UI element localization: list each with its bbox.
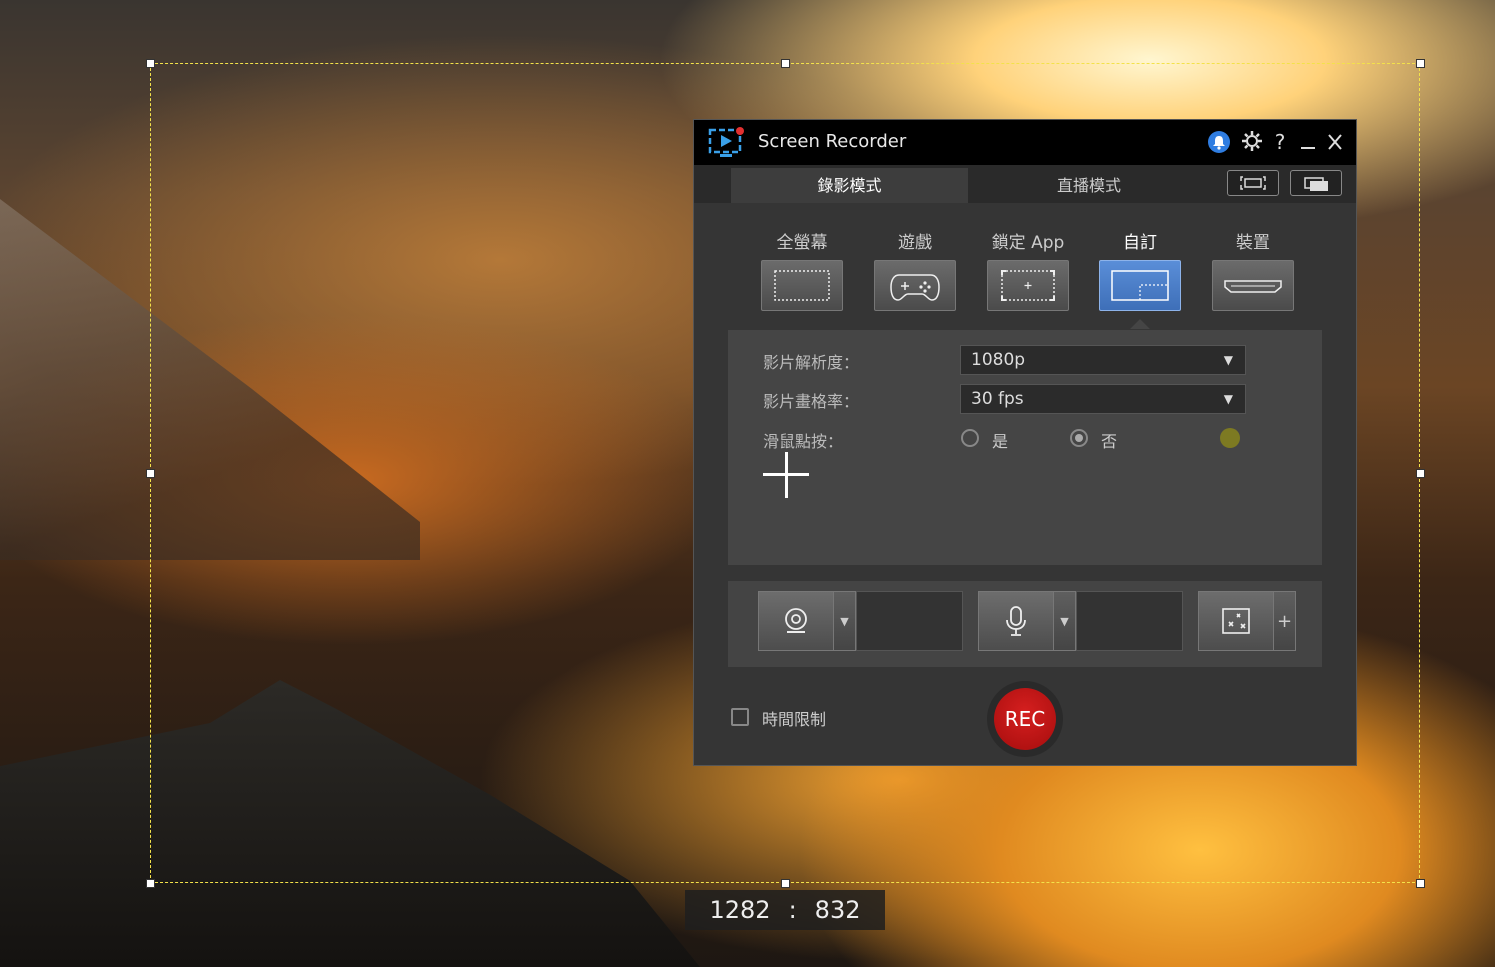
click-color-swatch[interactable]	[1220, 428, 1240, 448]
effects-group: +	[1198, 591, 1298, 651]
mode-game-button[interactable]	[874, 260, 956, 311]
time-limit-label: 時間限制	[762, 710, 827, 729]
chevron-down-icon: ▼	[1223, 353, 1233, 367]
resize-handle-bottom-left[interactable]	[146, 879, 155, 888]
help-icon[interactable]: ?	[1268, 130, 1292, 154]
compact-view-button[interactable]	[1290, 170, 1342, 196]
mouse-click-no-label: 否	[1101, 432, 1118, 451]
microphone-level-meter	[1076, 591, 1183, 651]
resize-handle-left[interactable]	[146, 469, 155, 478]
fullscreen-icon	[774, 270, 830, 301]
microphone-group: ▼	[978, 591, 1183, 651]
mode-fullscreen-button[interactable]	[761, 260, 843, 311]
dimension-separator: :	[788, 896, 797, 924]
mouse-click-no-radio[interactable]	[1070, 429, 1088, 447]
tab-record-mode[interactable]: 錄影模式	[731, 168, 968, 203]
chevron-down-icon: ▼	[1223, 392, 1233, 406]
device-hdmi-icon	[1224, 280, 1282, 293]
effects-add-button[interactable]: +	[1274, 591, 1296, 651]
webcam-group: ▼	[758, 591, 963, 651]
app-title: Screen Recorder	[758, 131, 907, 152]
fps-value: 30 fps	[971, 389, 1024, 409]
crosshair-cursor-vertical	[785, 452, 788, 498]
app-logo-icon	[708, 127, 744, 157]
selection-width: 1282	[709, 896, 771, 924]
microphone-button[interactable]	[978, 591, 1054, 651]
resize-handle-top-right[interactable]	[1416, 59, 1425, 68]
device-sources-panel: ▼ ▼ +	[728, 581, 1322, 667]
microphone-icon	[1006, 606, 1026, 636]
mode-lock-app-button[interactable]	[987, 260, 1069, 311]
fps-select[interactable]: 30 fps ▼	[960, 384, 1246, 414]
mouse-click-label: 滑鼠點按：	[763, 432, 844, 451]
resize-handle-top-left[interactable]	[146, 59, 155, 68]
mode-label-game: 遊戲	[898, 233, 932, 253]
resize-handle-bottom[interactable]	[781, 879, 790, 888]
full-view-button[interactable]	[1227, 170, 1279, 196]
minimize-icon[interactable]	[1296, 130, 1320, 154]
resolution-select[interactable]: 1080p ▼	[960, 345, 1246, 375]
webcam-button[interactable]	[758, 591, 834, 651]
webcam-dropdown[interactable]: ▼	[834, 591, 856, 651]
webcam-preview	[856, 591, 963, 651]
screen-recorder-window: Screen Recorder ? 錄影模式 直播模式 全螢幕 遊戲 鎖定 Ap…	[693, 119, 1357, 766]
time-limit-checkbox[interactable]	[731, 708, 749, 726]
mode-label-custom: 自訂	[1123, 233, 1157, 253]
mouse-click-yes-radio[interactable]	[961, 429, 979, 447]
gamepad-icon	[890, 274, 940, 301]
mode-label-device: 裝置	[1236, 233, 1270, 253]
effects-button[interactable]	[1198, 591, 1274, 651]
effects-sparkle-icon	[1222, 608, 1250, 634]
microphone-dropdown[interactable]: ▼	[1054, 591, 1076, 651]
custom-area-icon	[1111, 270, 1169, 301]
resize-handle-right[interactable]	[1416, 469, 1425, 478]
notification-bell-icon[interactable]	[1208, 131, 1230, 153]
fps-label: 影片畫格率：	[763, 392, 860, 411]
selection-dimensions: 1282 : 832	[685, 890, 885, 930]
mode-label-lock-app: 鎖定 App	[991, 233, 1065, 253]
settings-gear-icon[interactable]	[1240, 130, 1264, 154]
record-button[interactable]: REC	[994, 688, 1056, 750]
selected-mode-pointer	[1130, 319, 1150, 329]
mode-custom-button[interactable]	[1099, 260, 1181, 311]
tab-live-mode[interactable]: 直播模式	[969, 168, 1209, 203]
mode-device-button[interactable]	[1212, 260, 1294, 311]
resize-handle-top[interactable]	[781, 59, 790, 68]
resolution-value: 1080p	[971, 350, 1026, 370]
resolution-label: 影片解析度：	[763, 353, 860, 372]
mode-label-fullscreen: 全螢幕	[776, 233, 828, 253]
mode-tabs: 錄影模式 直播模式	[694, 165, 1356, 203]
recording-settings-panel: 影片解析度： 1080p ▼ 影片畫格率： 30 fps ▼ 滑鼠點按： 是 否	[728, 330, 1322, 565]
lock-app-icon	[1001, 270, 1055, 301]
webcam-icon	[785, 608, 807, 633]
selection-height: 832	[814, 896, 861, 924]
close-icon[interactable]	[1323, 130, 1347, 154]
title-bar[interactable]: Screen Recorder ?	[694, 120, 1356, 165]
resize-handle-bottom-right[interactable]	[1416, 879, 1425, 888]
mouse-click-yes-label: 是	[992, 432, 1009, 451]
